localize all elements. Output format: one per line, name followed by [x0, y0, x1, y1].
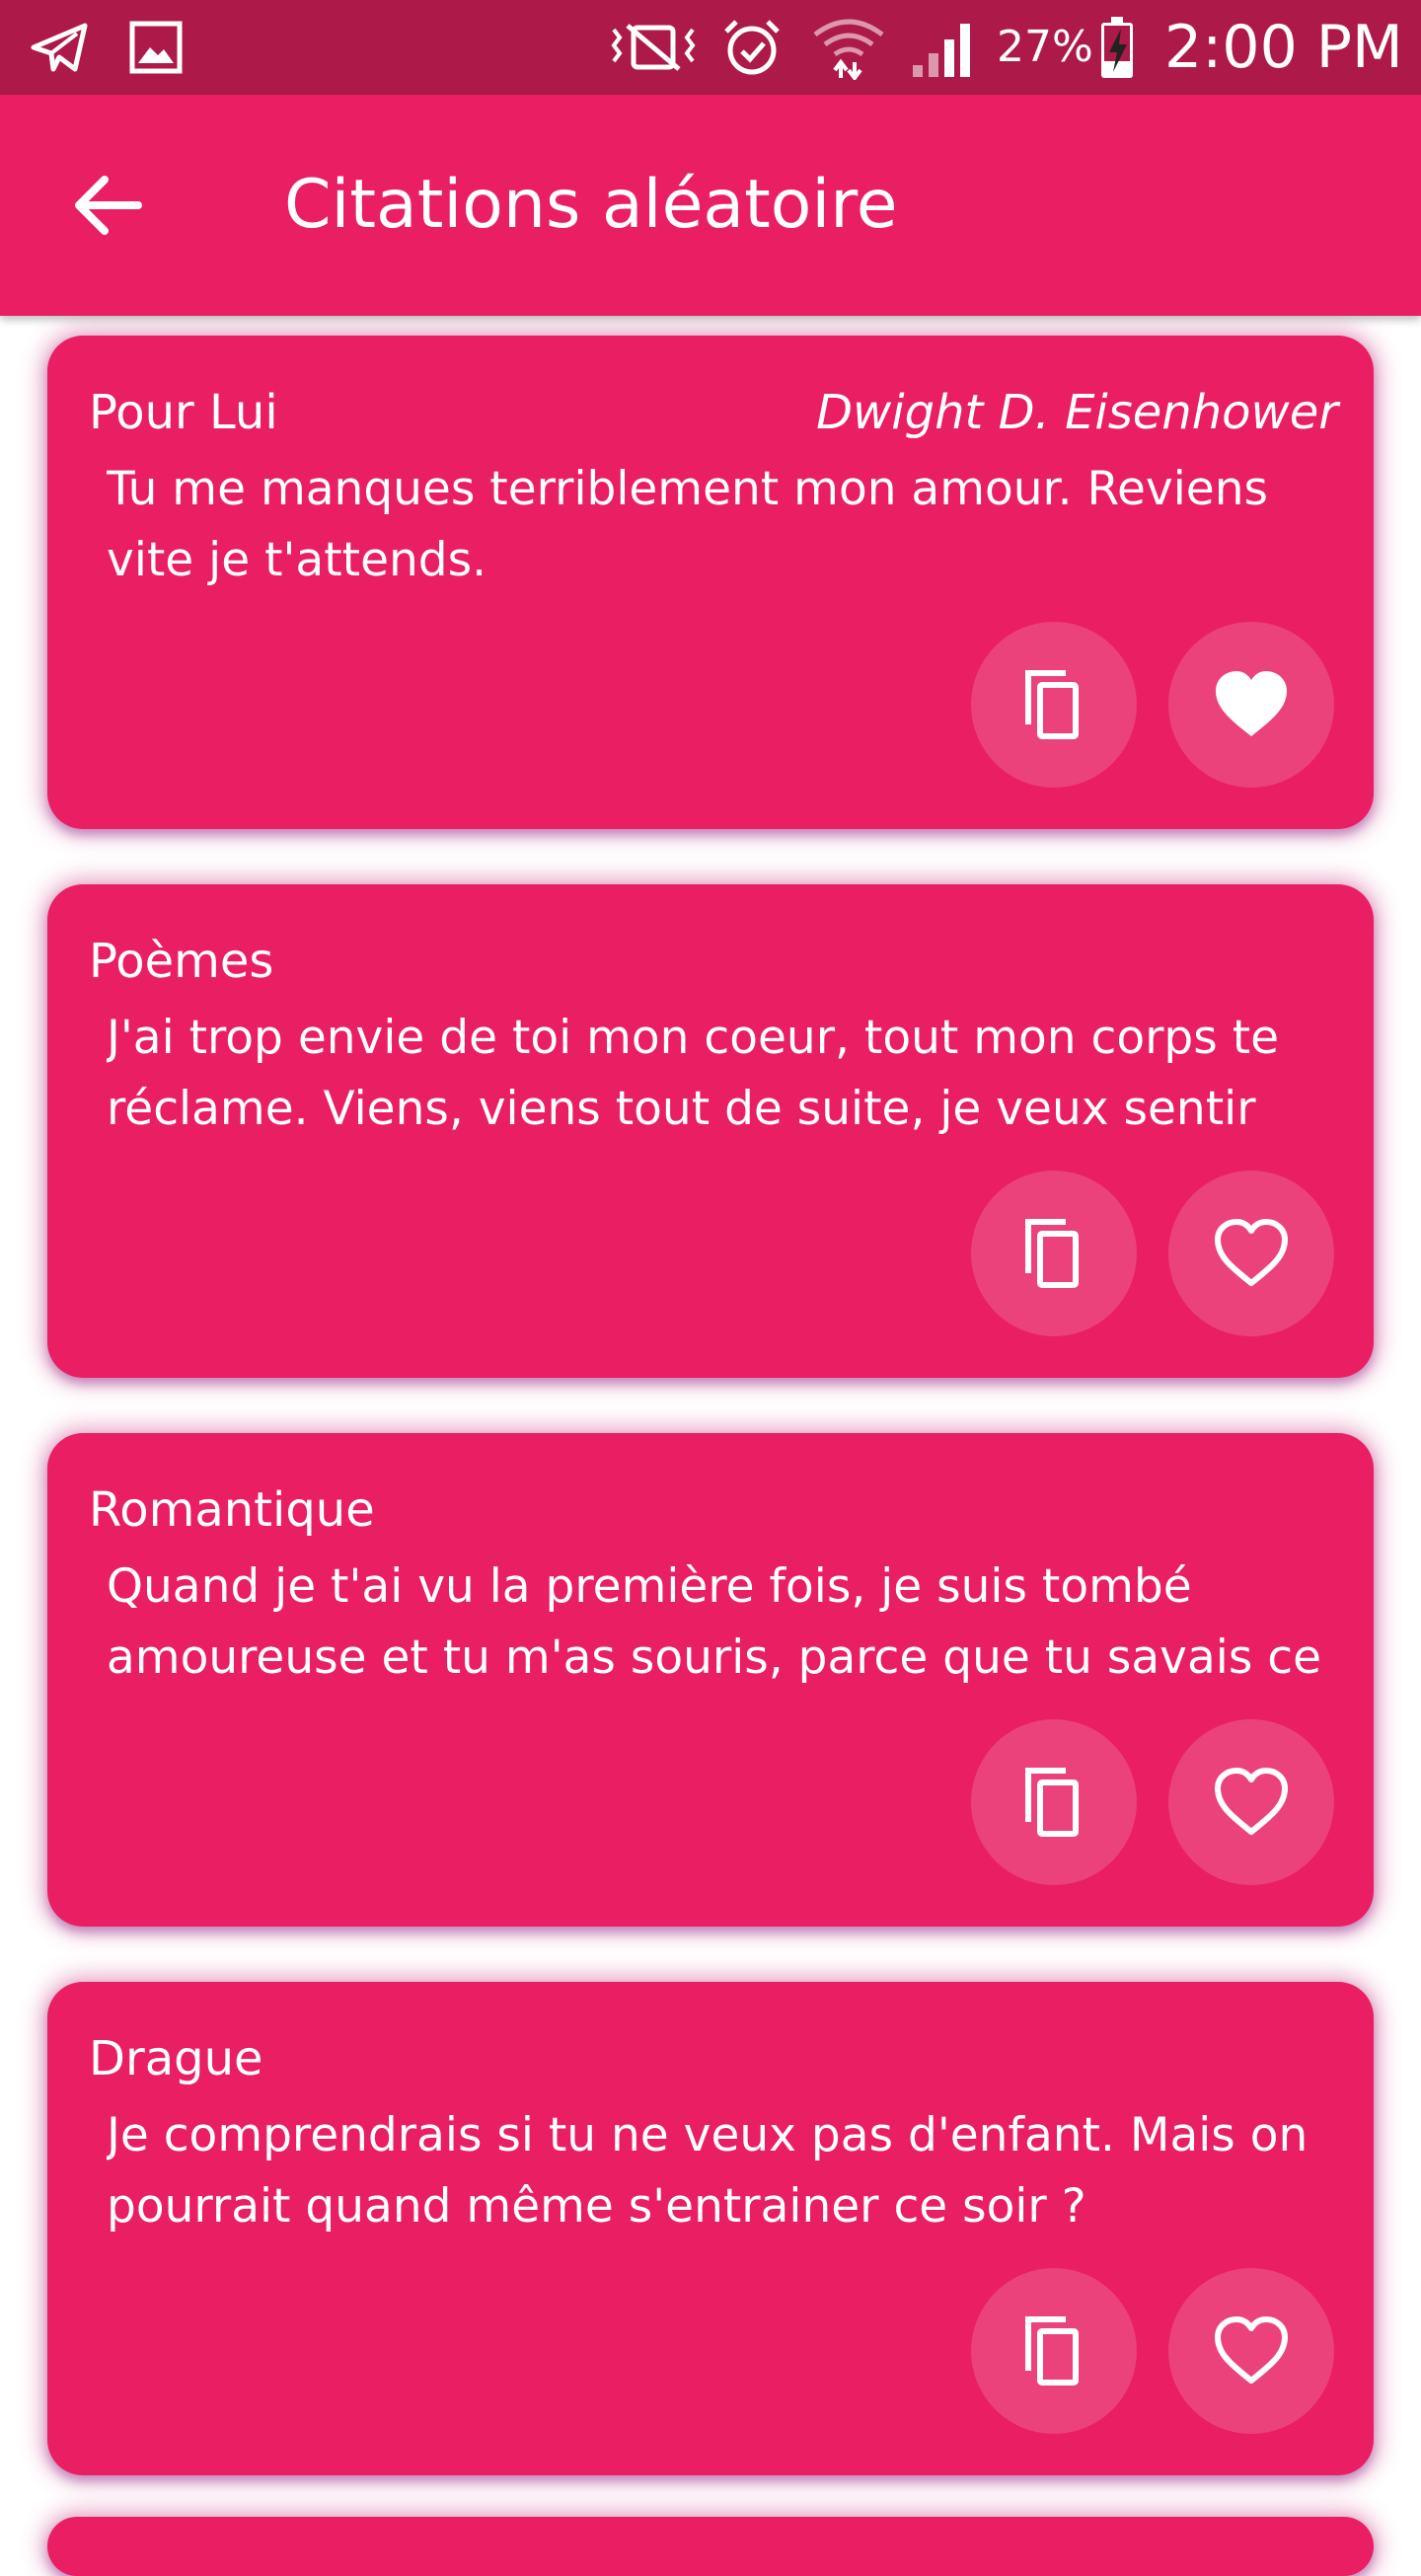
app-bar: Citations aléatoire [0, 95, 1421, 316]
signal-icon [908, 16, 979, 79]
heart-outline-icon [1215, 1219, 1288, 1286]
alarm-icon [718, 16, 785, 79]
quote-card: Poèmes J'ai trop envie de toi mon coeur,… [47, 884, 1374, 1378]
copy-icon [1025, 670, 1079, 739]
heart-outline-icon [1215, 1768, 1288, 1835]
copy-icon [1025, 2316, 1079, 2386]
favorite-button[interactable] [1168, 622, 1334, 788]
vibrate-icon [608, 16, 699, 79]
quote-card: Drague Je comprendrais si tu ne veux pas… [47, 1982, 1374, 2475]
quote-category: Romantique [89, 1482, 375, 1538]
quote-author: Dwight D. Eisenhower [816, 385, 1338, 440]
quote-text: Je comprendrais si tu ne veux pas d'enfa… [107, 2108, 1309, 2234]
copy-button[interactable] [971, 1171, 1137, 1336]
favorite-button[interactable] [1168, 2268, 1334, 2434]
heart-outline-icon [1215, 2316, 1288, 2384]
copy-button[interactable] [971, 2268, 1137, 2434]
telegram-icon [28, 16, 91, 79]
page-title: Citations aléatoire [284, 166, 898, 244]
copy-button[interactable] [971, 1719, 1137, 1885]
quote-text: Quand je t'ai vu la première fois, je su… [107, 1559, 1322, 1685]
quote-text: J'ai trop envie de toi mon coeur, tout m… [107, 1011, 1280, 1136]
back-button[interactable] [49, 146, 168, 265]
status-bar: 27% 2:00 PM [0, 0, 1421, 95]
quote-card: Pour Lui Dwight D. Eisenhower Tu me manq… [47, 336, 1374, 829]
quote-card: Romantique Quand je t'ai vu la première … [47, 1433, 1374, 1927]
copy-button[interactable] [971, 622, 1137, 788]
quote-category: Pour Lui [89, 385, 278, 440]
gallery-icon [126, 16, 186, 79]
quote-category: Poèmes [89, 934, 274, 989]
battery-charging-icon [1095, 16, 1139, 79]
wifi-icon [809, 16, 888, 80]
quote-list: Pour Lui Dwight D. Eisenhower Tu me manq… [0, 316, 1421, 2576]
clock: 2:00 PM [1164, 13, 1403, 82]
quote-card-partial [47, 2517, 1374, 2576]
copy-icon [1025, 1219, 1079, 1288]
quote-text: Tu me manques terriblement mon amour. Re… [107, 462, 1268, 587]
favorite-button[interactable] [1168, 1719, 1334, 1885]
copy-icon [1025, 1768, 1079, 1837]
quote-category: Drague [89, 2031, 263, 2086]
arrow-back-icon [75, 176, 142, 235]
battery-percent: 27% [997, 22, 1093, 72]
favorite-button[interactable] [1168, 1171, 1334, 1336]
heart-filled-icon [1216, 671, 1287, 736]
